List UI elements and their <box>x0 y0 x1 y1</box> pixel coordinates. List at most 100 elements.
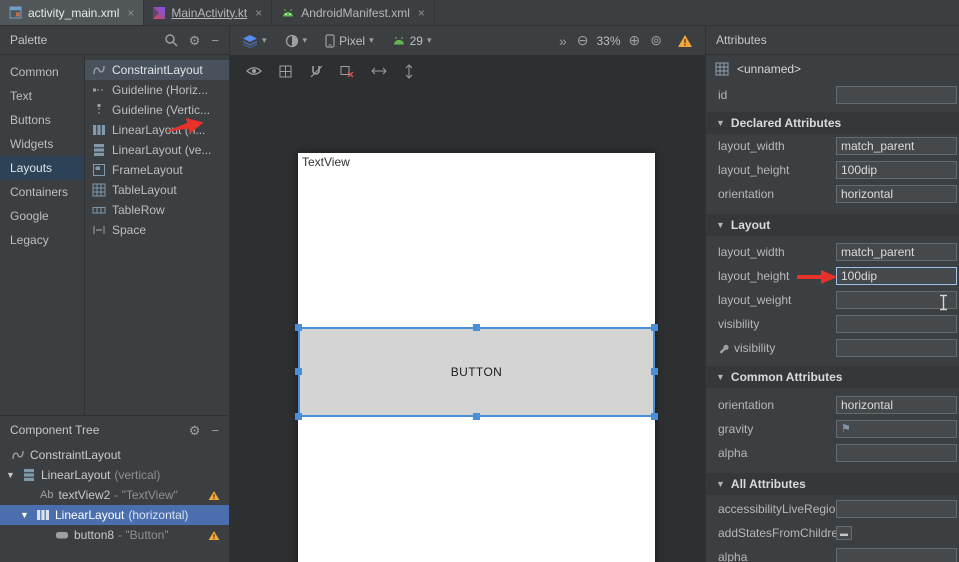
section-layout[interactable]: ▼ Layout <box>706 214 959 236</box>
resize-handle[interactable] <box>651 324 658 331</box>
palette-categories: Common Text Buttons Widgets Layouts Cont… <box>0 56 85 415</box>
layout-height-field[interactable]: 100dip <box>836 161 957 179</box>
resize-handle[interactable] <box>473 324 480 331</box>
tab-androidmanifest-xml[interactable]: AndroidManifest.xml × <box>272 0 435 25</box>
attr-row-id: id <box>706 82 959 108</box>
resize-handle[interactable] <box>651 413 658 420</box>
visibility-field[interactable] <box>836 315 957 333</box>
chevron-down-icon[interactable]: ▼ <box>20 510 30 520</box>
gear-icon[interactable]: ⚙ <box>189 424 201 437</box>
warning-icon <box>208 490 220 501</box>
pack-horizontal-icon[interactable] <box>371 66 387 76</box>
component-grid-icon <box>715 62 729 76</box>
layout-height-field[interactable]: 100dip <box>836 267 957 285</box>
component-tree: ConstraintLayout ▼ LinearLayout (vertica… <box>0 445 229 562</box>
palette-item-linearlayout-horizontal[interactable]: LinearLayout (h... <box>85 120 229 140</box>
tree-node-button8[interactable]: button8 - "Button" <box>0 525 229 545</box>
palette-category-legacy[interactable]: Legacy <box>0 228 84 252</box>
id-field[interactable] <box>836 86 957 104</box>
tree-node-linearlayout-horizontal[interactable]: ▼ LinearLayout (horizontal) <box>0 505 229 525</box>
attr-row-tools-visibility: visibility <box>706 336 959 360</box>
tree-node-linearlayout-vertical[interactable]: ▼ LinearLayout (vertical) <box>0 465 229 485</box>
attr-row-layout-width: layout_width match_parent <box>706 134 959 158</box>
layout-width-field[interactable]: match_parent <box>836 243 957 261</box>
design-canvas[interactable]: TextView BUTTON <box>298 153 655 562</box>
textview-ab-icon: Ab <box>40 489 53 501</box>
resize-handle[interactable] <box>295 368 302 375</box>
tab-mainactivity-kt[interactable]: MainActivity.kt × <box>144 0 272 25</box>
selected-component-row: <unnamed> <box>706 55 959 82</box>
clear-constraints-icon[interactable] <box>340 64 354 78</box>
api-level-selector[interactable]: 29 ▾ <box>392 34 432 48</box>
tree-node-constraintlayout[interactable]: ConstraintLayout <box>0 445 229 465</box>
warnings-icon[interactable] <box>677 34 693 48</box>
tools-visibility-field[interactable] <box>836 339 957 357</box>
canvas-linearlayout-selected[interactable]: BUTTON <box>298 327 655 417</box>
palette-category-common[interactable]: Common <box>0 60 84 84</box>
tristate-checkbox[interactable]: ▬ <box>836 526 852 540</box>
resize-handle[interactable] <box>651 368 658 375</box>
layout-file-icon <box>9 6 22 19</box>
chevron-down-icon[interactable]: ▼ <box>6 470 16 480</box>
layers-icon <box>242 34 258 48</box>
section-declared-attributes[interactable]: ▼ Declared Attributes <box>706 112 959 134</box>
palette-item-space[interactable]: Space <box>85 220 229 240</box>
orientation-field[interactable]: horizontal <box>836 185 957 203</box>
palette-category-google[interactable]: Google <box>0 204 84 228</box>
zoom-in-icon[interactable]: ⊕ <box>629 32 641 49</box>
autoconnect-off-magnet-icon[interactable] <box>309 64 323 78</box>
palette-category-widgets[interactable]: Widgets <box>0 132 84 156</box>
zoom-fit-icon[interactable]: ⊚ <box>650 32 662 49</box>
layout-weight-field[interactable] <box>836 291 957 309</box>
minimize-icon[interactable]: − <box>211 424 219 437</box>
gear-icon[interactable]: ⚙ <box>189 34 201 47</box>
view-options-eye-icon[interactable] <box>246 66 262 76</box>
palette-item-tablelayout[interactable]: TableLayout <box>85 180 229 200</box>
linearlayout-horizontal-icon <box>91 123 106 137</box>
canvas-button[interactable]: BUTTON <box>451 365 503 379</box>
tab-activity-main-xml[interactable]: activity_main.xml × <box>0 0 144 25</box>
palette-item-linearlayout-vertical[interactable]: LinearLayout (ve... <box>85 140 229 160</box>
guideline-horizontal-icon <box>91 83 106 97</box>
palette-category-text[interactable]: Text <box>0 84 84 108</box>
layout-width-field[interactable]: match_parent <box>836 137 957 155</box>
palette-item-constraintlayout[interactable]: ConstraintLayout <box>85 60 229 80</box>
canvas-textview[interactable]: TextView <box>302 155 350 169</box>
design-toolbar: ▾ ▾ Pixel ▾ 29 ▾ » ⊖ 33% ⊕ ⊚ <box>230 26 705 56</box>
close-icon[interactable]: × <box>127 6 134 20</box>
palette-header: Palette ⚙ − <box>0 26 229 55</box>
section-all-attributes[interactable]: ▼ All Attributes <box>706 473 959 495</box>
palette-category-containers[interactable]: Containers <box>0 180 84 204</box>
alpha-field[interactable] <box>836 444 957 462</box>
palette-item-guideline-horizontal[interactable]: Guideline (Horiz... <box>85 80 229 100</box>
close-icon[interactable]: × <box>418 6 425 20</box>
palette-category-buttons[interactable]: Buttons <box>0 108 84 132</box>
palette-item-framelayout[interactable]: FrameLayout <box>85 160 229 180</box>
palette-category-layouts[interactable]: Layouts <box>0 156 84 180</box>
design-surface-selector[interactable]: ▾ <box>242 34 267 48</box>
theme-selector[interactable]: ▾ <box>285 34 308 48</box>
search-icon[interactable] <box>164 33 178 47</box>
resize-handle[interactable] <box>295 413 302 420</box>
device-selector[interactable]: Pixel ▾ <box>325 34 374 48</box>
minimize-icon[interactable]: − <box>211 34 219 47</box>
close-icon[interactable]: × <box>255 6 262 20</box>
section-common-attributes[interactable]: ▼ Common Attributes <box>706 366 959 388</box>
framelayout-icon <box>91 163 106 177</box>
blueprint-grid-icon[interactable] <box>279 65 292 78</box>
palette-item-tablerow[interactable]: TableRow <box>85 200 229 220</box>
overflow-icon[interactable]: » <box>559 33 567 49</box>
tree-node-textview2[interactable]: Ab textView2 - "TextView" <box>0 485 229 505</box>
palette-item-guideline-vertical[interactable]: Guideline (Vertic... <box>85 100 229 120</box>
warning-icon <box>208 530 220 541</box>
resize-handle[interactable] <box>295 324 302 331</box>
tablerow-icon <box>91 203 106 217</box>
button-icon <box>54 528 69 542</box>
accessibilityliveregion-field[interactable] <box>836 500 957 518</box>
pack-vertical-icon[interactable] <box>404 64 414 79</box>
orientation-field[interactable]: horizontal <box>836 396 957 414</box>
zoom-out-icon[interactable]: ⊖ <box>577 32 589 49</box>
alpha-field[interactable] <box>836 548 957 562</box>
resize-handle[interactable] <box>473 413 480 420</box>
gravity-field[interactable]: ⚑ <box>836 420 957 438</box>
